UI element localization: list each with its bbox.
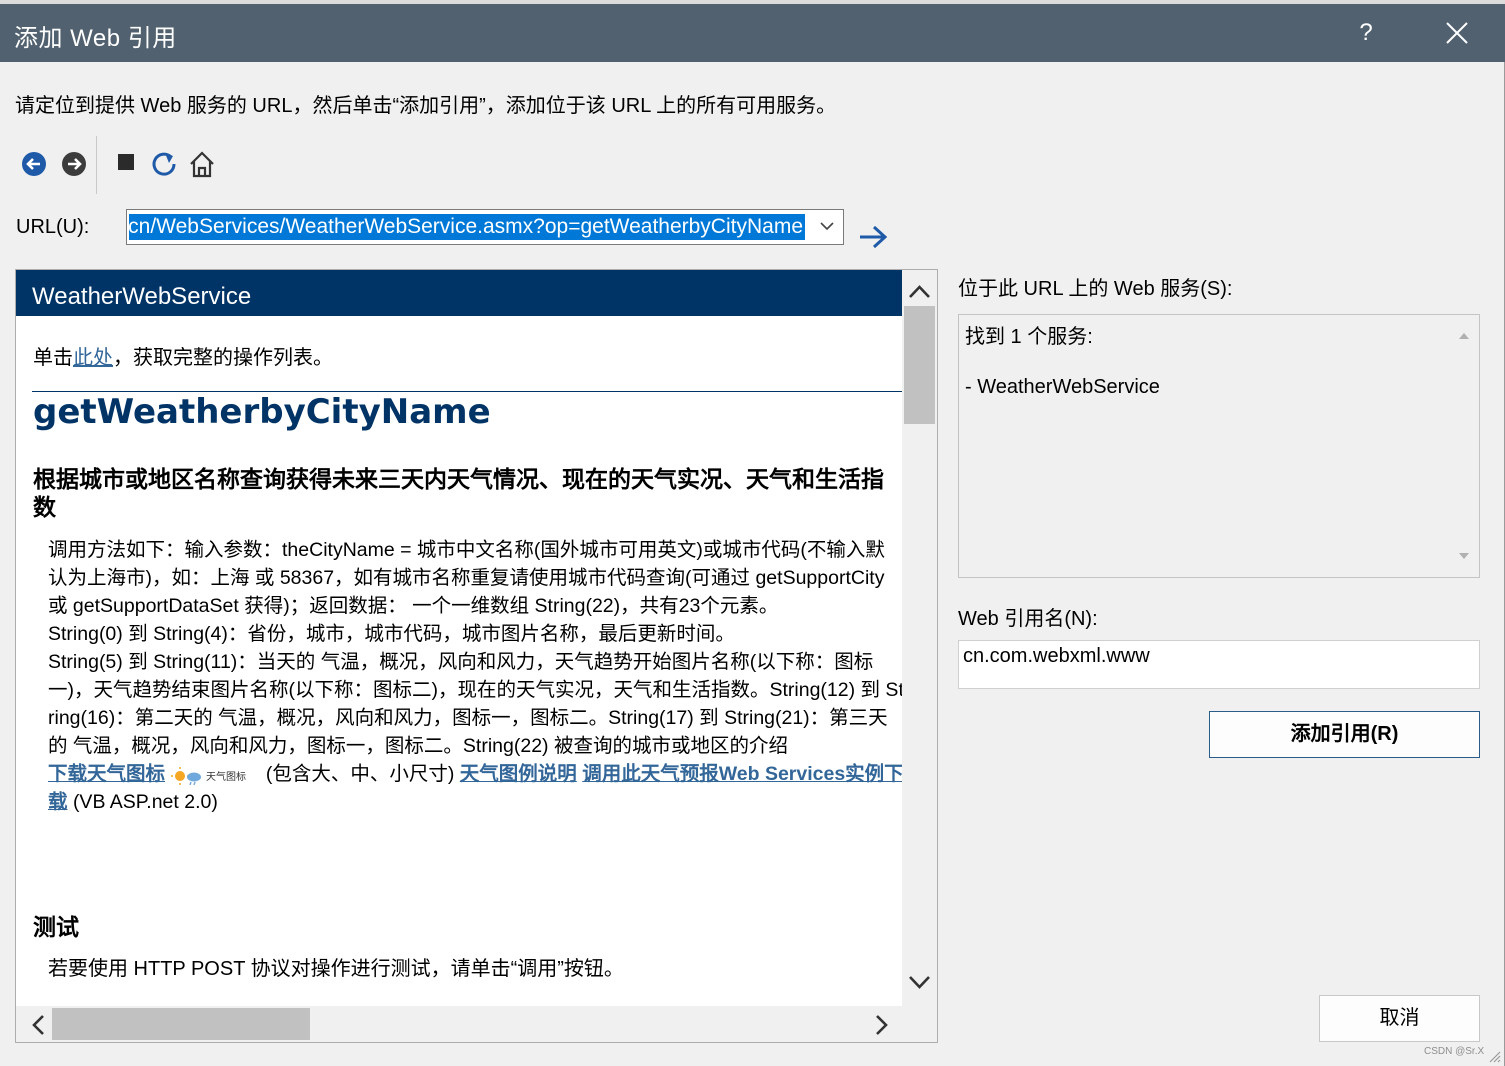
resize-grip-icon[interactable] <box>1487 1049 1501 1063</box>
add-web-reference-dialog: 添加 Web 引用 ? 请定位到提供 Web 服务的 URL，然后单击“添加引用… <box>0 4 1505 1066</box>
help-button[interactable]: ? <box>1348 14 1384 52</box>
services-label: 位于此 URL 上的 Web 服务(S): <box>958 278 1233 300</box>
chevron-left-icon <box>32 1015 44 1035</box>
reference-name-input[interactable]: cn.com.webxml.www <box>958 640 1480 689</box>
services-scroll-down[interactable] <box>1457 549 1471 563</box>
chevron-right-icon <box>876 1015 888 1035</box>
download-icons-link[interactable]: 下载天气图标 <box>48 763 165 785</box>
home-button[interactable] <box>186 140 220 186</box>
browser-toolbar <box>18 136 228 194</box>
close-button[interactable] <box>1436 14 1478 52</box>
close-icon <box>1446 22 1468 44</box>
usage-line-5-22: String(5) 到 String(11)：当天的 气温，概况，风向和风力，天… <box>48 651 902 757</box>
full-operation-list-link[interactable]: 此处 <box>73 347 113 369</box>
instruction-text: 请定位到提供 Web 服务的 URL，然后单击“添加引用”，添加位于该 URL … <box>15 95 837 117</box>
web-browser-pane: WeatherWebService 单击此处，获取完整的操作列表。 getWea… <box>15 269 938 1043</box>
services-list[interactable]: 找到 1 个服务: - WeatherWebService <box>958 314 1480 578</box>
go-button[interactable] <box>857 222 891 254</box>
services-scroll-up[interactable] <box>1457 329 1471 343</box>
test-heading: 测试 <box>33 914 79 941</box>
weather-icon-caption: 天气图标 <box>206 770 246 783</box>
forward-button[interactable] <box>58 140 92 186</box>
back-icon <box>22 152 46 176</box>
refresh-button[interactable] <box>148 140 182 186</box>
add-reference-button[interactable]: 添加引用(R) <box>1209 711 1480 758</box>
horizontal-scrollbar[interactable] <box>16 1006 937 1042</box>
cancel-button[interactable]: 取消 <box>1319 995 1480 1042</box>
weather-icon-image: 天气图标 <box>170 765 260 786</box>
weather-legend-link[interactable]: 天气图例说明 <box>460 763 577 785</box>
toolbar-separator <box>96 136 97 194</box>
chevron-up-icon <box>909 285 930 298</box>
url-label: URL(U): <box>16 216 90 238</box>
vertical-scroll-thumb[interactable] <box>904 306 935 424</box>
operation-list-hint: 单击此处，获取完整的操作列表。 <box>33 347 333 369</box>
service-list-item[interactable]: - WeatherWebService <box>965 376 1160 399</box>
forward-icon <box>62 152 86 176</box>
reference-name-label: Web 引用名(N): <box>958 608 1098 630</box>
url-input[interactable]: http://www.webxml.com.cn/WebServices/Wea… <box>129 214 805 240</box>
usage-text: 调用方法如下：输入参数：theCityName = 城市中文名称(国外城市可用英… <box>48 539 885 617</box>
arrow-right-icon <box>860 225 888 249</box>
title-bar: 添加 Web 引用 ? <box>0 4 1505 62</box>
chevron-down-icon <box>909 976 930 989</box>
usage-line-0-4: String(0) 到 String(4)：省份，城市，城市代码，城市图片名称，… <box>48 623 735 645</box>
vertical-scrollbar[interactable] <box>902 270 937 1006</box>
horizontal-scroll-thumb[interactable] <box>52 1008 310 1040</box>
chevron-down-icon <box>820 222 834 231</box>
refresh-icon <box>152 152 176 176</box>
home-icon <box>190 151 214 178</box>
scroll-right-button[interactable] <box>868 1012 894 1038</box>
services-found-text: 找到 1 个服务: <box>965 326 1093 348</box>
url-combobox[interactable]: http://www.webxml.com.cn/WebServices/Wea… <box>126 209 844 245</box>
watermark: CSDN @Sr.X <box>1424 1046 1485 1057</box>
triangle-up-icon <box>1459 333 1469 339</box>
usage-description: 调用方法如下：输入参数：theCityName = 城市中文名称(国外城市可用英… <box>48 536 902 816</box>
links-paragraph: 下载天气图标 天气图标 (包含大、中、小尺寸) 天气图例说明 调用此天气预报We… <box>48 763 902 813</box>
scroll-up-button[interactable] <box>902 278 937 306</box>
test-instruction: 若要使用 HTTP POST 协议对操作进行测试，请单击“调用”按钮。 <box>48 958 624 980</box>
back-button[interactable] <box>18 140 52 186</box>
stop-icon <box>118 154 134 170</box>
scroll-left-button[interactable] <box>26 1012 52 1038</box>
scroll-down-button[interactable] <box>902 968 937 996</box>
window-title: 添加 Web 引用 <box>14 25 177 52</box>
browser-content: 单击此处，获取完整的操作列表。 getWeatherbyCityName 根据城… <box>16 316 902 1006</box>
operation-description: 根据城市或地区名称查询获得未来三天内天气情况、现在的天气实况、天气和生活指数 <box>33 466 884 521</box>
stop-button[interactable] <box>112 140 146 186</box>
triangle-down-icon <box>1459 553 1469 559</box>
operation-title: getWeatherbyCityName <box>33 392 491 432</box>
url-dropdown-button[interactable] <box>809 210 843 244</box>
service-name-header: WeatherWebService <box>16 270 902 316</box>
